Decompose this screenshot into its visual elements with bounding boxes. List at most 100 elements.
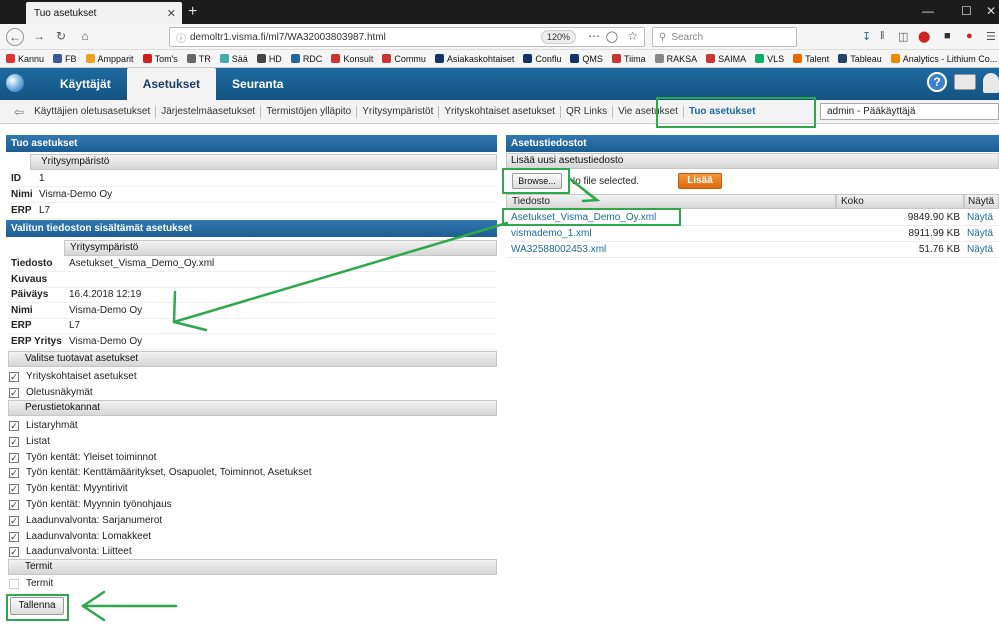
- bookmark-item[interactable]: TR: [186, 54, 211, 64]
- home-icon[interactable]: ⌂: [76, 28, 94, 46]
- bookmark-label: Tableau: [850, 53, 882, 64]
- checkbox[interactable]: ✓: [9, 452, 19, 463]
- checkbox[interactable]: ✓: [9, 531, 19, 542]
- user-icon[interactable]: [983, 73, 999, 93]
- bookmark-item[interactable]: Konsult: [331, 54, 373, 64]
- show-link[interactable]: Näytä: [967, 226, 993, 242]
- sub-nav-items: ⇦ Käyttäjien oletusasetukset Järjestelmä…: [14, 100, 760, 124]
- settings-checkbox-row[interactable]: Termit: [0, 576, 488, 592]
- bookmark-item[interactable]: Tom's: [142, 53, 178, 64]
- bookmark-item[interactable]: Commu: [382, 54, 426, 64]
- star-icon[interactable]: ☆: [627, 29, 638, 43]
- bookmark-label: Tom's: [154, 53, 178, 64]
- pocket-icon[interactable]: ◯: [606, 30, 618, 43]
- show-link[interactable]: Näytä: [967, 242, 993, 258]
- back-arrow-icon[interactable]: ⇦: [14, 105, 29, 119]
- bookmark-item[interactable]: QMS: [570, 54, 603, 64]
- bookmark-item[interactable]: Sää: [219, 54, 248, 64]
- checkbox[interactable]: ✓: [9, 547, 19, 558]
- close-icon[interactable]: ✕: [167, 7, 176, 20]
- subtab-terminology[interactable]: Termistöjen ylläpito: [261, 106, 358, 118]
- settings-checkbox-row[interactable]: ✓ Listat: [0, 434, 488, 450]
- bookmark-item[interactable]: RDC: [290, 54, 322, 64]
- checkbox[interactable]: [9, 579, 19, 589]
- bookmark-item[interactable]: VLS: [755, 54, 784, 64]
- bookmark-item[interactable]: SAIMA: [706, 54, 746, 64]
- settings-checkbox-row[interactable]: ✓ Työn kentät: Kenttämääritykset, Osapuol…: [0, 465, 488, 481]
- maximize-icon[interactable]: ☐: [961, 4, 972, 18]
- library-icon[interactable]: ‖: [880, 30, 885, 42]
- bookmark-item[interactable]: Tiima: [611, 54, 646, 64]
- col-show[interactable]: Näytä: [964, 194, 999, 209]
- checkbox[interactable]: ✓: [9, 515, 19, 526]
- url-bar[interactable]: ⓘ demoltr1.visma.fi/ml7/WA32003803987.ht…: [169, 27, 645, 47]
- file-detail-row: Päiväys 16.4.2018 12:19: [8, 287, 497, 304]
- settings-checkbox-row[interactable]: ✓ Työn kentät: Myynnin työnohjaus: [0, 497, 488, 513]
- bookmark-item[interactable]: RAKSA: [654, 54, 697, 64]
- settings-checkbox-row[interactable]: ✓ Laadunvalvonta: Liitteet: [0, 544, 488, 560]
- settings-checkbox-row[interactable]: ✓ Laadunvalvonta: Lomakkeet: [0, 529, 488, 545]
- settings-checkbox-row[interactable]: ✓ Laadunvalvonta: Sarjanumerot: [0, 513, 488, 529]
- adblock-icon[interactable]: ⬤: [918, 30, 930, 43]
- menu-icon[interactable]: ☰: [986, 30, 996, 43]
- file-link[interactable]: vismademo_1.xml: [511, 226, 592, 242]
- tab-monitoring[interactable]: Seuranta: [216, 68, 299, 100]
- subtab-user-defaults[interactable]: Käyttäjien oletusasetukset: [29, 106, 157, 118]
- checkbox[interactable]: ✓: [9, 468, 19, 479]
- bookmark-item[interactable]: Conflu: [523, 54, 561, 64]
- bookmark-item[interactable]: Asiakaskohtaiset: [434, 53, 515, 64]
- checkbox[interactable]: ✓: [9, 500, 19, 510]
- user-select[interactable]: admin - Pääkäyttäjä: [820, 103, 999, 120]
- bookmark-item[interactable]: Analytics - Lithium Co...: [890, 54, 997, 64]
- bookmark-item[interactable]: Talent: [793, 54, 829, 64]
- print-icon[interactable]: [954, 74, 976, 90]
- settings-checkbox-row[interactable]: ✓ Oletusnäkymät: [0, 385, 488, 401]
- bookmark-item[interactable]: Kannu: [6, 54, 44, 64]
- zoom-level[interactable]: 120%: [540, 30, 576, 44]
- bookmark-item[interactable]: HD: [256, 54, 282, 64]
- settings-checkbox-row[interactable]: ✓ Työn kentät: Myyntirivit: [0, 481, 488, 497]
- window-close-icon[interactable]: ✕: [986, 4, 996, 18]
- search-input[interactable]: ⚲ Search: [652, 27, 797, 47]
- tab-settings[interactable]: Asetukset: [126, 68, 217, 100]
- settings-checkbox-row[interactable]: ✓ Työn kentät: Yleiset toiminnot: [0, 450, 488, 466]
- browser-tab[interactable]: Tuo asetukset ✕: [26, 2, 182, 24]
- forward-arrow-icon[interactable]: →: [30, 28, 48, 46]
- help-icon[interactable]: ?: [927, 72, 947, 92]
- page-actions-icon[interactable]: ⋯: [588, 29, 600, 43]
- bookmark-label: Asiakaskohtaiset: [446, 53, 515, 64]
- settings-checkbox-row[interactable]: ✓ Yrityskohtaiset asetukset: [0, 369, 488, 385]
- checkbox[interactable]: ✓: [9, 372, 19, 382]
- bookmark-item[interactable]: FB: [53, 54, 77, 64]
- show-link[interactable]: Näytä: [967, 210, 993, 226]
- no-file-text: No file selected.: [568, 176, 640, 187]
- ublock-icon[interactable]: ●: [966, 30, 973, 42]
- checkbox[interactable]: ✓: [9, 436, 19, 447]
- add-file-button[interactable]: Lisää: [678, 173, 722, 189]
- file-link[interactable]: WA32588002453.xml: [511, 242, 606, 258]
- subtab-company-settings[interactable]: Yrityskohtaiset asetukset: [439, 106, 561, 118]
- bookmark-item[interactable]: Tableau: [838, 54, 882, 64]
- extension-icon[interactable]: ■: [944, 30, 951, 42]
- checkbox-label: Oletusnäkymät: [26, 386, 93, 398]
- new-tab-button[interactable]: +: [188, 3, 197, 21]
- sidebar-icon[interactable]: ◫: [898, 30, 908, 43]
- back-arrow-icon[interactable]: ←: [6, 28, 24, 46]
- subtab-company-environments[interactable]: Yritysympäristöt: [357, 106, 440, 118]
- checkbox[interactable]: ✓: [9, 421, 19, 431]
- checkbox[interactable]: ✓: [9, 484, 19, 495]
- settings-checkbox-row[interactable]: ✓ Listaryhmät: [0, 418, 488, 434]
- bookmark-item[interactable]: Ampparit: [85, 54, 134, 64]
- minimize-icon[interactable]: —: [922, 4, 934, 18]
- col-size[interactable]: Koko: [836, 194, 964, 209]
- reload-icon[interactable]: ↻: [52, 28, 70, 46]
- checkbox[interactable]: ✓: [9, 387, 19, 398]
- download-icon[interactable]: ↧: [862, 30, 871, 43]
- checkbox-label: Laadunvalvonta: Sarjanumerot: [26, 514, 163, 526]
- col-file[interactable]: Tiedosto: [506, 194, 836, 209]
- tab-users[interactable]: Käyttäjät: [44, 68, 127, 100]
- subtab-qr-links[interactable]: QR Links: [561, 106, 614, 118]
- info-icon[interactable]: ⓘ: [176, 30, 186, 45]
- file-detail-row: ERP L7: [8, 318, 497, 335]
- subtab-system-settings[interactable]: Järjestelmäasetukset: [156, 106, 262, 118]
